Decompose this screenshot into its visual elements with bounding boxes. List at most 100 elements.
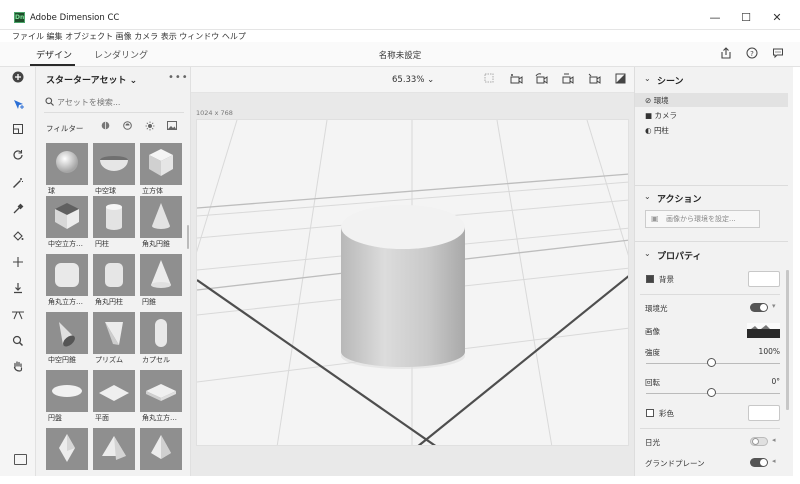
asset-label: 球 bbox=[48, 187, 55, 195]
sunlight-toggle[interactable] bbox=[750, 437, 768, 446]
actions-title[interactable]: アクション bbox=[657, 192, 702, 205]
scene-item-camera[interactable]: ■ カメラ bbox=[645, 110, 677, 121]
menu-file[interactable]: ファイル bbox=[12, 32, 44, 41]
asset-tile[interactable]: 中空円錐 bbox=[46, 312, 88, 365]
asset-tile[interactable]: 角丸立方… bbox=[46, 254, 88, 307]
chevron-down-icon[interactable]: ⌄ bbox=[644, 192, 651, 201]
intensity-slider-handle[interactable] bbox=[707, 358, 716, 367]
model-filter-icon[interactable] bbox=[101, 121, 110, 133]
menu-edit[interactable]: 編集 bbox=[47, 32, 63, 41]
share-icon[interactable] bbox=[719, 47, 732, 60]
properties-title[interactable]: プロパティ bbox=[657, 249, 701, 262]
set-environment-from-image-button[interactable]: 画像から環境を設定... bbox=[645, 210, 760, 228]
asset-label: プリズム bbox=[95, 356, 123, 364]
menu-camera[interactable]: カメラ bbox=[134, 32, 158, 41]
environment-image-thumbnail[interactable] bbox=[747, 323, 780, 338]
eyedropper-icon[interactable] bbox=[10, 203, 26, 219]
move-tool-icon[interactable] bbox=[10, 256, 26, 272]
asset-tile[interactable]: カプセル bbox=[140, 312, 182, 365]
tint-checkbox[interactable] bbox=[646, 409, 654, 417]
menu-image[interactable]: 画像 bbox=[116, 32, 132, 41]
canvas-size: 1024 x 768 bbox=[196, 109, 233, 117]
drop-to-ground-icon[interactable] bbox=[10, 282, 26, 298]
assets-title[interactable]: スターターアセット ⌄ bbox=[46, 73, 137, 86]
paint-bucket-icon[interactable] bbox=[10, 230, 26, 246]
maximize-button[interactable]: ☐ bbox=[737, 10, 755, 26]
camera-dolly-icon[interactable] bbox=[587, 73, 601, 88]
chevron-down-icon: ⌄ bbox=[129, 76, 138, 86]
image-filter-icon[interactable] bbox=[167, 121, 177, 133]
zoom-tool-icon[interactable] bbox=[10, 335, 26, 351]
caret-left-icon[interactable]: ◂ bbox=[772, 457, 776, 465]
close-button[interactable]: ✕ bbox=[768, 10, 786, 26]
caret-left-icon[interactable]: ◂ bbox=[772, 436, 776, 444]
more-options-icon[interactable]: ••• bbox=[168, 72, 189, 83]
add-icon[interactable] bbox=[10, 71, 26, 87]
toggle-knob bbox=[752, 438, 759, 445]
asset-tile[interactable]: 中空球 bbox=[93, 143, 135, 196]
background-label: 背景 bbox=[659, 275, 674, 284]
canvas[interactable] bbox=[196, 119, 629, 446]
menu-object[interactable]: オブジェクト bbox=[65, 32, 113, 41]
panel-toggle-icon[interactable] bbox=[14, 454, 27, 465]
asset-tile[interactable] bbox=[46, 428, 88, 470]
background-color-swatch[interactable] bbox=[748, 271, 780, 287]
sunlight-label: 日光 bbox=[645, 438, 660, 447]
asset-tile[interactable]: 角丸円錐 bbox=[140, 196, 182, 249]
asset-tile[interactable]: 角丸立方… bbox=[140, 370, 182, 423]
asset-tile[interactable] bbox=[93, 428, 135, 470]
camera-bookmark-icon[interactable] bbox=[509, 73, 523, 88]
feedback-icon[interactable] bbox=[771, 47, 784, 60]
snap-icon[interactable] bbox=[482, 73, 496, 86]
material-filter-icon[interactable] bbox=[123, 121, 132, 133]
assets-title-text: スターターアセット bbox=[46, 76, 127, 86]
asset-tile[interactable]: 平面 bbox=[93, 370, 135, 423]
asset-tile[interactable] bbox=[140, 428, 182, 470]
environment-light-toggle[interactable] bbox=[750, 303, 768, 312]
rotation-slider-handle[interactable] bbox=[707, 388, 716, 397]
tint-color-swatch[interactable] bbox=[748, 405, 780, 421]
orbit-tool-icon[interactable] bbox=[10, 149, 26, 165]
menu-help[interactable]: ヘルプ bbox=[222, 32, 246, 41]
properties-scrollbar[interactable] bbox=[786, 270, 789, 410]
asset-tile[interactable]: 中空立方… bbox=[46, 196, 88, 249]
asset-search-input[interactable] bbox=[57, 95, 182, 109]
asset-thumbnail bbox=[140, 428, 182, 470]
scene-title[interactable]: シーン bbox=[657, 74, 684, 87]
asset-tile[interactable]: 円盤 bbox=[46, 370, 88, 423]
light-filter-icon[interactable] bbox=[145, 121, 155, 134]
chevron-down-icon[interactable]: ⌄ bbox=[644, 249, 651, 258]
asset-thumbnail bbox=[93, 143, 135, 185]
asset-tile[interactable]: 円柱 bbox=[93, 196, 135, 249]
scene-item-cylinder[interactable]: ◐ 円柱 bbox=[645, 125, 669, 136]
scene-item-environment[interactable]: ⊘ 環境 bbox=[645, 95, 669, 106]
search-underline bbox=[44, 112, 184, 113]
render-preview-icon[interactable] bbox=[613, 73, 627, 87]
zoom-level[interactable]: 65.33% ⌄ bbox=[392, 75, 434, 85]
minimize-button[interactable]: — bbox=[706, 10, 724, 26]
menu-window[interactable]: ウィンドウ bbox=[179, 32, 219, 41]
assets-scrollbar[interactable] bbox=[187, 225, 189, 249]
asset-tile[interactable]: 円錐 bbox=[140, 254, 182, 307]
camera-pan-icon[interactable] bbox=[560, 73, 574, 88]
chevron-down-icon[interactable]: ⌄ bbox=[644, 74, 651, 83]
environment-icon: ⊘ bbox=[645, 96, 652, 105]
magic-wand-icon[interactable] bbox=[10, 177, 26, 193]
camera-orbit-icon[interactable] bbox=[534, 73, 548, 88]
hand-tool-icon[interactable] bbox=[10, 360, 26, 376]
asset-thumbnail bbox=[46, 428, 88, 470]
caret-down-icon[interactable]: ▾ bbox=[772, 302, 776, 310]
select-tool-icon[interactable] bbox=[10, 98, 26, 114]
asset-tile[interactable]: 角丸円柱 bbox=[93, 254, 135, 307]
ground-plane-toggle[interactable] bbox=[750, 458, 768, 467]
asset-tile[interactable]: 立方体 bbox=[140, 143, 182, 196]
scene-item-label: 円柱 bbox=[653, 126, 669, 135]
menu-view[interactable]: 表示 bbox=[161, 32, 177, 41]
asset-tile[interactable]: 球 bbox=[46, 143, 88, 196]
asset-tile[interactable]: プリズム bbox=[93, 312, 135, 365]
help-icon[interactable]: ? bbox=[745, 47, 758, 60]
horizon-tool-icon[interactable] bbox=[10, 308, 26, 324]
background-checkbox[interactable] bbox=[646, 275, 654, 283]
frame-tool-icon[interactable] bbox=[10, 123, 26, 139]
intensity-value: 100% bbox=[758, 347, 780, 356]
